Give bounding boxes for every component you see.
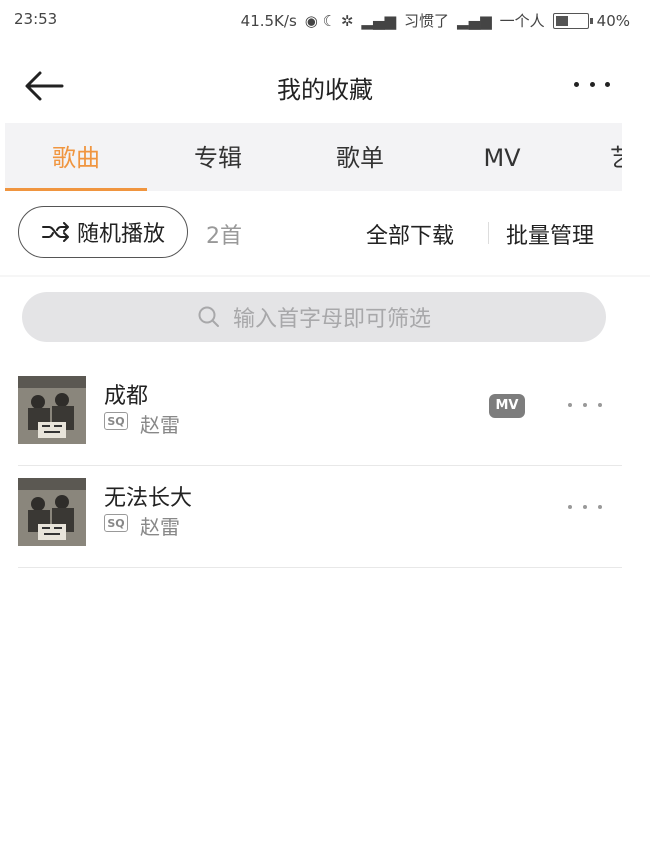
more-options-button[interactable]: [574, 78, 610, 90]
tab-bar: 歌曲 专辑 歌单 MV 艺: [5, 123, 622, 191]
shuffle-play-button[interactable]: 随机播放: [18, 206, 188, 258]
search-placeholder: 输入首字母即可筛选: [232, 307, 431, 332]
dot-icon: [605, 81, 610, 87]
song-more-button[interactable]: [568, 400, 602, 410]
song-count: 2首: [206, 224, 242, 249]
tab-albums[interactable]: 专辑: [147, 123, 289, 191]
dot-icon: [583, 505, 587, 509]
status-icons: 41.5K/s ◉ ☾ ✲ ▂▄▆ 习惯了 ▂▄▆ 一个人 40%: [241, 10, 630, 31]
dot-icon: [583, 403, 587, 407]
section-divider: [0, 275, 650, 277]
dot-icon: [574, 81, 579, 87]
row-divider: [18, 567, 622, 568]
app-header: 我的收藏: [0, 56, 650, 116]
search-icon: [198, 306, 219, 327]
dot-icon: [598, 505, 602, 509]
battery-icon: [552, 12, 593, 29]
song-row[interactable]: 成都 SQ 赵雷 MV: [18, 364, 622, 466]
page-title: 我的收藏: [277, 76, 373, 104]
shuffle-label: 随机播放: [76, 222, 165, 247]
quality-badge: SQ: [104, 514, 128, 532]
status-time: 23:53: [14, 10, 58, 28]
quality-badge: SQ: [104, 412, 128, 430]
song-more-button[interactable]: [568, 502, 602, 512]
active-tab-indicator: [5, 188, 147, 191]
tab-songs[interactable]: 歌曲: [5, 123, 147, 191]
signal-icon: ▂▄▆: [361, 11, 397, 30]
carrier-2: 一个人: [499, 12, 545, 30]
tab-playlists[interactable]: 歌单: [289, 123, 431, 191]
battery-level: 40%: [596, 11, 630, 30]
signal-icon-2: ▂▄▆: [457, 11, 492, 30]
notification-icon: ◉ ☾ ✲: [304, 11, 354, 30]
tab-mv[interactable]: MV: [431, 123, 573, 191]
dot-icon: [598, 403, 602, 407]
divider: [488, 222, 489, 244]
batch-manage-button[interactable]: 批量管理: [506, 218, 594, 250]
album-cover: [18, 478, 86, 546]
album-cover: [18, 376, 86, 444]
download-all-button[interactable]: 全部下载: [366, 218, 454, 250]
song-artist: 赵雷: [140, 413, 180, 437]
dot-icon: [589, 81, 595, 87]
dot-icon: [568, 505, 572, 509]
dot-icon: [568, 403, 572, 407]
song-title: 无法长大: [104, 486, 193, 511]
song-title: 成都: [104, 384, 149, 409]
carrier-1: 习惯了: [404, 12, 450, 30]
mv-button[interactable]: MV: [489, 394, 525, 418]
song-row[interactable]: 无法长大 SQ 赵雷: [18, 466, 622, 568]
filter-search-input[interactable]: 输入首字母即可筛选: [22, 292, 606, 342]
action-row: 随机播放 2首 全部下载 批量管理: [0, 198, 650, 270]
network-speed: 41.5K/s: [240, 11, 297, 30]
status-bar: 23:53 41.5K/s ◉ ☾ ✲ ▂▄▆ 习惯了 ▂▄▆ 一个人 40%: [0, 0, 650, 40]
song-artist: 赵雷: [140, 515, 180, 539]
shuffle-icon: [41, 222, 69, 242]
tab-artists[interactable]: 艺: [610, 123, 622, 191]
